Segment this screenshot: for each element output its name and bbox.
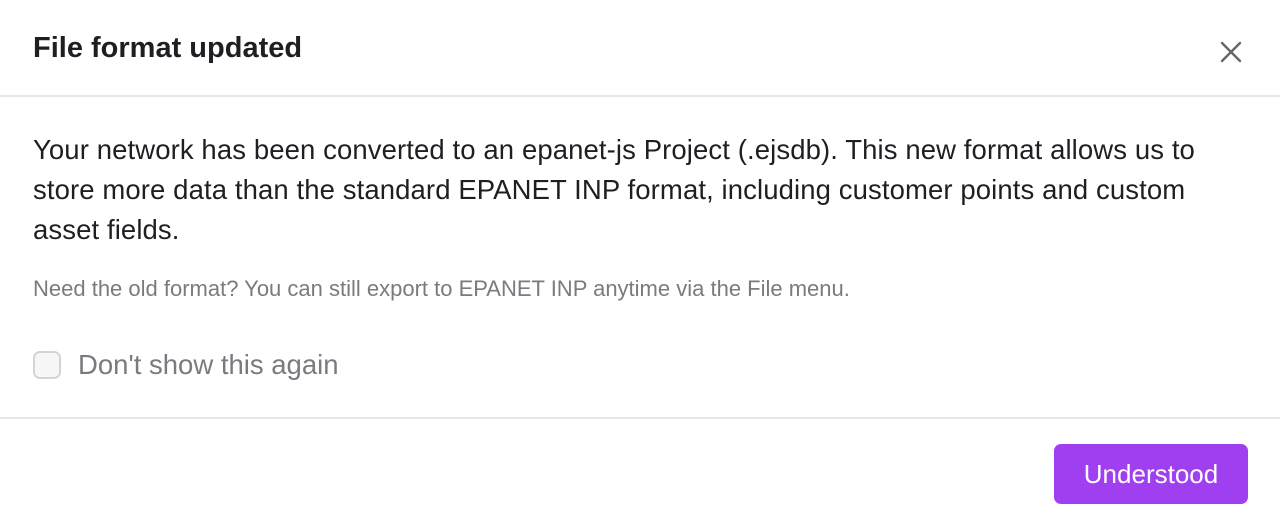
- dont-show-again-checkbox[interactable]: [33, 351, 61, 379]
- dialog-note: Need the old format? You can still expor…: [33, 276, 850, 301]
- dialog-body: Your network has been converted to an ep…: [0, 97, 1280, 419]
- close-icon: [1220, 41, 1242, 63]
- dont-show-again-row[interactable]: Don't show this again: [33, 347, 339, 383]
- file-format-dialog: File format updated Your network has bee…: [0, 0, 1280, 528]
- dont-show-again-label: Don't show this again: [78, 349, 339, 380]
- dialog-header: File format updated: [0, 0, 1280, 97]
- understood-button[interactable]: Understood: [1054, 444, 1248, 504]
- dialog-footer: Understood: [0, 419, 1280, 528]
- close-button[interactable]: [1212, 33, 1250, 71]
- dialog-title: File format updated: [33, 32, 303, 64]
- dialog-message: Your network has been converted to an ep…: [33, 134, 1195, 245]
